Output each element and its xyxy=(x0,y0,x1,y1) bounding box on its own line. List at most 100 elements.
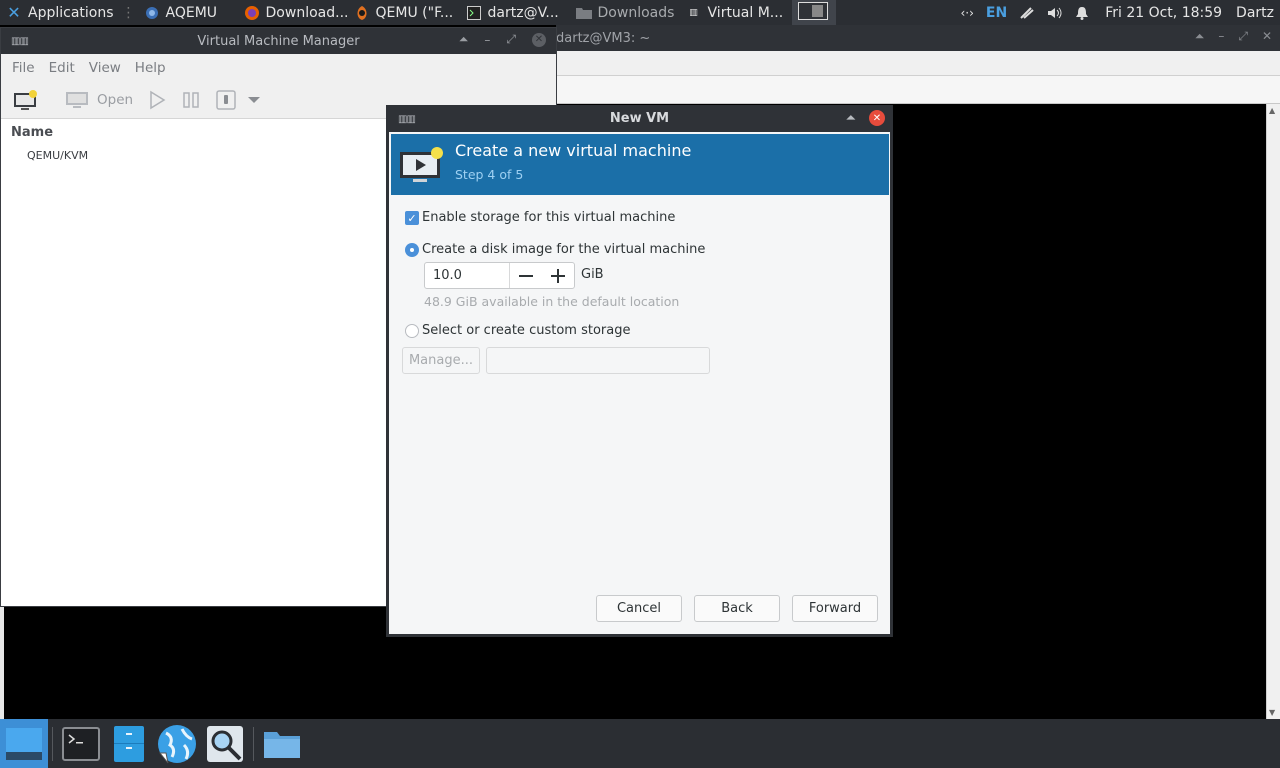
terminal-window-controls: ⏶ – ⤢ ✕ xyxy=(1195,29,1272,44)
enable-storage-checkbox[interactable]: ✓ xyxy=(405,211,419,225)
network-indicator[interactable]: ‹·› xyxy=(954,0,979,25)
task-aqemu-label: AQEMU xyxy=(165,4,218,21)
terminal-scrollbar[interactable]: ▲ ▼ xyxy=(1266,104,1280,719)
task-new-vm[interactable] xyxy=(791,0,836,25)
task-downloads[interactable]: Downloads xyxy=(570,0,680,25)
terminal-titlebar: dartz@VM3: ~ ⏶ – ⤢ ✕ xyxy=(556,25,1280,51)
task-terminal[interactable]: dartz@V... xyxy=(460,0,570,25)
dialog-title: New VM xyxy=(609,111,670,126)
create-disk-radio[interactable] xyxy=(405,243,419,257)
network-wired-icon[interactable] xyxy=(1013,0,1041,25)
dialog-titlebar: ▥▥ New VM ⏶ ✕ xyxy=(386,105,893,132)
forward-button[interactable]: Forward xyxy=(792,595,878,622)
pause-icon xyxy=(183,91,199,108)
pause-button[interactable] xyxy=(181,90,201,110)
maximize-icon[interactable]: ⤢ xyxy=(506,32,516,47)
folder-icon[interactable] xyxy=(258,719,306,768)
connection-row[interactable]: QEMU/KVM xyxy=(27,149,88,162)
task-qemu[interactable]: QEMU ("F... xyxy=(348,0,460,25)
menu-view[interactable]: View xyxy=(82,60,128,76)
applications-menu[interactable]: ✕ Applications xyxy=(0,0,120,25)
keyboard-layout[interactable]: EN xyxy=(980,5,1013,21)
terminal-tabbar xyxy=(556,76,1280,104)
disk-size-stepper[interactable]: 10.0 xyxy=(424,262,575,289)
xfce-logo-icon: ✕ xyxy=(7,3,21,22)
minimize-icon[interactable]: – xyxy=(484,33,490,47)
qemu-icon xyxy=(354,5,370,21)
custom-storage-radio[interactable] xyxy=(405,324,419,338)
enable-storage-label[interactable]: Enable storage for this virtual machine xyxy=(422,210,675,225)
scroll-up-icon[interactable]: ▲ xyxy=(1269,106,1275,115)
task-virt-manager-label: Virtual M... xyxy=(707,4,784,21)
user-menu[interactable]: Dartz xyxy=(1232,0,1280,25)
aqemu-icon xyxy=(144,5,160,21)
custom-storage-label[interactable]: Select or create custom storage xyxy=(422,323,630,338)
dialog-heading: Create a new virtual machine xyxy=(455,141,692,160)
window-edge xyxy=(0,603,4,719)
firefox-icon xyxy=(244,5,260,21)
scroll-down-icon[interactable]: ▼ xyxy=(1269,708,1275,717)
available-space-hint: 48.9 GiB available in the default locati… xyxy=(424,294,680,309)
dialog-window-controls: ⏶ ✕ xyxy=(846,110,885,126)
desktop-icon[interactable] xyxy=(0,719,48,768)
web-browser-icon[interactable] xyxy=(153,719,201,768)
task-firefox[interactable]: Download... xyxy=(238,0,348,25)
virt-manager-small-icon: ▥ xyxy=(689,7,698,18)
close-icon[interactable]: ✕ xyxy=(532,32,546,47)
shade-icon[interactable]: ⏶ xyxy=(459,32,469,47)
minimize-icon[interactable]: – xyxy=(1218,29,1224,44)
task-firefox-label: Download... xyxy=(265,4,348,21)
vmm-window-controls: ⏶ – ⤢ ✕ xyxy=(459,32,546,47)
vmm-window-icon: ▥▥ xyxy=(11,36,29,47)
back-button[interactable]: Back xyxy=(694,595,780,622)
task-terminal-label: dartz@V... xyxy=(487,4,559,21)
shutdown-button[interactable] xyxy=(215,89,237,111)
shade-icon[interactable]: ⏶ xyxy=(846,111,855,125)
close-icon[interactable]: ✕ xyxy=(1262,29,1272,44)
volume-icon[interactable] xyxy=(1041,0,1069,25)
storage-path-input[interactable] xyxy=(486,347,710,374)
menu-help[interactable]: Help xyxy=(128,60,173,76)
new-vm-icon xyxy=(399,144,445,190)
close-icon[interactable]: ✕ xyxy=(869,110,885,126)
cancel-button[interactable]: Cancel xyxy=(596,595,682,622)
shutdown-menu-button[interactable] xyxy=(247,95,261,105)
clock[interactable]: Fri 21 Oct, 18:59 xyxy=(1095,0,1232,25)
maximize-icon[interactable]: ⤢ xyxy=(1238,29,1248,44)
disk-size-input[interactable]: 10.0 xyxy=(425,263,510,288)
chevron-down-icon xyxy=(248,96,261,103)
vmm-title: Virtual Machine Manager xyxy=(197,33,360,49)
task-virt-manager[interactable]: ▥ Virtual M... xyxy=(680,0,792,25)
new-vm-button[interactable] xyxy=(13,89,39,111)
task-aqemu[interactable]: AQEMU xyxy=(138,0,238,25)
monitor-icon xyxy=(66,91,88,108)
step-indicator: Step 4 of 5 xyxy=(455,167,524,182)
shade-icon[interactable]: ⏶ xyxy=(1195,29,1205,44)
file-manager-icon[interactable] xyxy=(105,719,153,768)
dock-separator xyxy=(253,726,254,761)
create-disk-label[interactable]: Create a disk image for the virtual mach… xyxy=(422,242,705,257)
disk-unit-label: GiB xyxy=(581,267,604,282)
taskbar-separator: ⋮ xyxy=(121,4,136,21)
new-vm-icon xyxy=(14,89,37,110)
manage-button[interactable]: Manage... xyxy=(402,347,480,374)
open-label: Open xyxy=(97,91,134,108)
dialog-header-banner: Create a new virtual machine Step 4 of 5 xyxy=(391,134,889,195)
open-button[interactable]: Open xyxy=(65,90,133,110)
app-finder-icon[interactable] xyxy=(201,719,249,768)
decrement-button[interactable] xyxy=(510,263,542,288)
terminal-icon[interactable] xyxy=(57,719,105,768)
list-header-name[interactable]: Name xyxy=(11,125,53,140)
increment-button[interactable] xyxy=(542,263,574,288)
dialog-window-icon: ▥▥ xyxy=(398,114,416,125)
new-vm-thumb-icon xyxy=(797,1,828,24)
folder-small-icon xyxy=(575,5,592,21)
menu-file[interactable]: File xyxy=(5,60,42,76)
notification-bell-icon[interactable] xyxy=(1069,0,1095,25)
dock-separator xyxy=(52,726,53,761)
play-icon xyxy=(150,90,166,109)
menu-edit[interactable]: Edit xyxy=(42,60,82,76)
run-button[interactable] xyxy=(147,90,167,110)
terminal-title: dartz@VM3: ~ xyxy=(556,30,651,46)
power-icon xyxy=(216,89,236,110)
